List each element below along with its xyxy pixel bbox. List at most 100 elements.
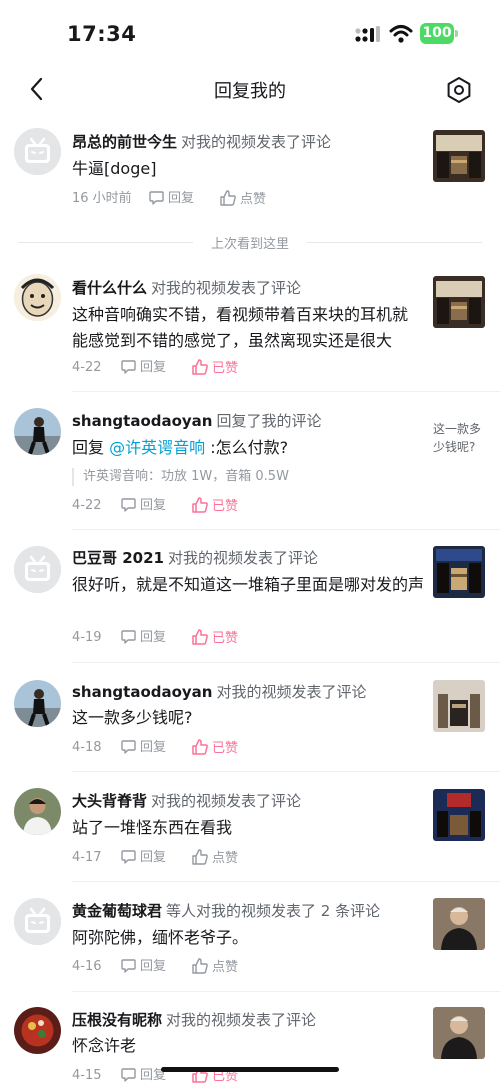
thumbs-up-icon <box>192 958 208 974</box>
username-link[interactable]: 大头背脊背 <box>72 792 147 810</box>
reply-item[interactable]: 昂总的前世今生 对我的视频发表了评论 牛逼[doge] 16 小时前 回复 点赞 <box>0 118 500 226</box>
reply-text: :怎么付款? <box>205 438 289 457</box>
comment-bubble-icon <box>149 191 164 205</box>
thumbs-up-icon <box>220 190 236 206</box>
video-thumbnail[interactable] <box>433 1007 485 1059</box>
default-tv-avatar[interactable] <box>14 546 61 593</box>
reply-label: 回复 <box>140 498 167 513</box>
item-header: shangtaodaoyan 对我的视频发表了评论 <box>72 681 420 702</box>
reply-item[interactable]: 黄金葡萄球君 等人对我的视频发表了 2 条评论 阿弥陀佛，缅怀老爷子。 4-16 … <box>0 882 500 992</box>
quoted-comment[interactable]: 许英谔音响：功放 1W，音箱 0.5W <box>72 468 289 486</box>
page-title: 回复我的 <box>214 81 286 102</box>
battery-level: 100 <box>420 23 454 44</box>
liked-label: 已赞 <box>212 631 239 646</box>
comment-date: 4-16 <box>72 959 102 974</box>
action-text: 对我的视频发表了评论 <box>166 1011 317 1029</box>
comment-date: 4-17 <box>72 850 102 865</box>
video-thumbnail[interactable] <box>433 546 485 598</box>
action-text: 对我的视频发表了评论 <box>216 683 367 701</box>
comment-content[interactable]: 这一款多少钱呢? <box>72 705 424 731</box>
person-photo-avatar <box>14 408 61 455</box>
username-link[interactable]: 巴豆哥 2021 <box>72 549 164 567</box>
reply-label: 回复 <box>140 850 167 865</box>
reply-button[interactable]: 回复 <box>120 358 166 378</box>
mention-link[interactable]: @许英谔音响 <box>109 438 205 457</box>
default-tv-avatar[interactable] <box>14 898 61 945</box>
like-button[interactable]: 点赞 <box>191 957 238 978</box>
reply-button[interactable]: 回复 <box>120 1066 166 1083</box>
thumbnail-image <box>433 898 485 950</box>
reply-item[interactable]: 大头背脊背 对我的视频发表了评论 站了一堆怪东西在看我 4-17 回复 点赞 <box>0 772 500 882</box>
comment-content[interactable]: 怀念许老 <box>72 1033 424 1059</box>
reply-item[interactable]: shangtaodaoyan 回复了我的评论 回复 @许英谔音响 :怎么付款? 许… <box>0 392 500 530</box>
comment-content[interactable]: 牛逼[doge] <box>72 156 424 182</box>
reply-label: 回复 <box>140 959 167 974</box>
comment-content[interactable]: 回复 @许英谔音响 :怎么付款? <box>72 435 424 461</box>
video-thumbnail[interactable] <box>433 789 485 841</box>
reply-button[interactable]: 回复 <box>120 957 166 977</box>
reply-button[interactable]: 回复 <box>120 628 166 648</box>
comment-content[interactable]: 很好听，就是不知道这一堆箱子里面是哪对发的声 <box>72 572 424 598</box>
like-button[interactable]: 点赞 <box>191 848 238 869</box>
comment-content[interactable]: 阿弥陀佛，缅怀老爷子。 <box>72 925 424 951</box>
comment-bubble-icon <box>121 498 136 512</box>
liked-button[interactable]: 已赞 <box>191 358 238 379</box>
item-header: 大头背脊背 对我的视频发表了评论 <box>72 790 420 811</box>
reply-item[interactable]: shangtaodaoyan 对我的视频发表了评论 这一款多少钱呢? 4-18 回… <box>0 663 500 772</box>
thumbnail-image <box>433 789 485 841</box>
meme-face-avatar <box>14 274 61 321</box>
home-indicator[interactable] <box>161 1067 339 1072</box>
comment-bubble-icon <box>121 630 136 644</box>
user-avatar[interactable] <box>14 274 61 321</box>
user-avatar[interactable] <box>14 1007 61 1054</box>
reply-label: 回复 <box>140 630 167 645</box>
reply-button[interactable]: 回复 <box>120 848 166 868</box>
user-avatar[interactable] <box>14 788 61 835</box>
liked-button[interactable]: 已赞 <box>191 738 238 759</box>
liked-label: 已赞 <box>212 499 239 514</box>
liked-button[interactable]: 已赞 <box>191 628 238 649</box>
video-thumbnail[interactable] <box>433 898 485 950</box>
reply-item[interactable]: 巴豆哥 2021 对我的视频发表了评论 很好听，就是不知道这一堆箱子里面是哪对发的… <box>0 530 500 663</box>
like-label: 点赞 <box>212 851 239 866</box>
reply-button[interactable]: 回复 <box>148 189 194 209</box>
user-avatar[interactable] <box>14 408 61 455</box>
username-link[interactable]: shangtaodaoyan <box>72 683 213 701</box>
tv-avatar-icon <box>14 898 61 945</box>
settings-hexagon-icon[interactable] <box>443 74 475 106</box>
username-link[interactable]: 昂总的前世今生 <box>72 133 177 151</box>
reply-button[interactable]: 回复 <box>120 496 166 516</box>
action-text: 对我的视频发表了评论 <box>151 792 302 810</box>
username-link[interactable]: 看什么什么 <box>72 279 147 297</box>
tv-avatar-icon <box>14 128 61 175</box>
item-header: 昂总的前世今生 对我的视频发表了评论 <box>72 131 420 152</box>
user-avatar[interactable] <box>14 680 61 727</box>
username-link[interactable]: 压根没有昵称 <box>72 1011 162 1029</box>
comment-content[interactable]: 这种音响确实不错，看视频带着百来块的耳机就能感觉到不错的感觉了，虽然离现实还是很… <box>72 302 422 354</box>
food-bowl-avatar <box>14 1007 61 1054</box>
video-thumbnail[interactable] <box>433 130 485 182</box>
video-thumbnail[interactable] <box>433 680 485 732</box>
thumbnail-image <box>433 130 485 182</box>
reply-item[interactable]: 看什么什么 对我的视频发表了评论 这种音响确实不错，看视频带着百来块的耳机就能感觉… <box>0 262 500 392</box>
reply-label: 回复 <box>140 740 167 755</box>
comment-date: 4-22 <box>72 498 102 513</box>
item-header: 巴豆哥 2021 对我的视频发表了评论 <box>72 547 420 568</box>
username-link[interactable]: 黄金葡萄球君 <box>72 902 162 920</box>
reply-button[interactable]: 回复 <box>120 738 166 758</box>
comment-date: 4-22 <box>72 360 102 375</box>
original-comment-preview[interactable]: 这一款多少钱呢? <box>433 420 487 456</box>
default-tv-avatar[interactable] <box>14 128 61 175</box>
comment-content[interactable]: 站了一堆怪东西在看我 <box>72 815 424 841</box>
thumbs-up-liked-icon <box>192 739 208 755</box>
action-text: 对我的视频发表了评论 <box>181 133 332 151</box>
like-button[interactable]: 点赞 <box>219 189 266 210</box>
action-text: 对我的视频发表了评论 <box>167 549 318 567</box>
username-link[interactable]: shangtaodaoyan <box>72 412 213 430</box>
person-photo-avatar <box>14 788 61 835</box>
comment-date: 16 小时前 <box>72 191 132 206</box>
video-thumbnail[interactable] <box>433 276 485 328</box>
thumbs-up-liked-icon <box>192 359 208 375</box>
liked-button[interactable]: 已赞 <box>191 496 238 517</box>
like-label: 点赞 <box>240 192 267 207</box>
